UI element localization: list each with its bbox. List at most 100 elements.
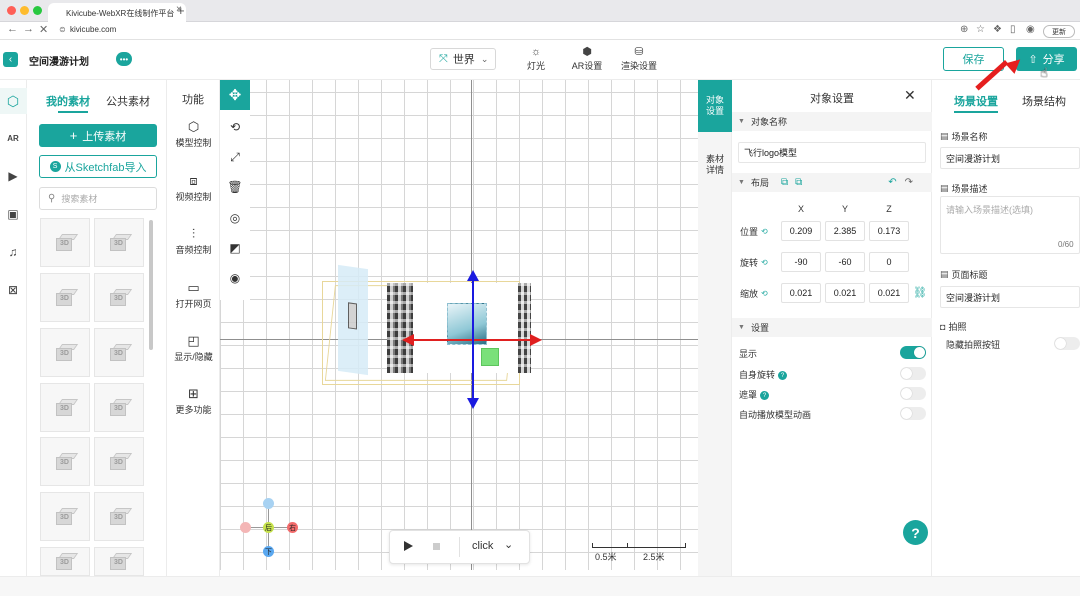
asset-thumbnail[interactable]: 3D bbox=[94, 547, 144, 576]
rotation-y-input[interactable]: -60 bbox=[825, 252, 865, 272]
chat-bubble-icon[interactable]: ••• bbox=[116, 52, 132, 66]
object-name-input[interactable] bbox=[738, 142, 926, 163]
delete-button[interactable]: 🗑 bbox=[225, 177, 245, 197]
hide-photo-toggle[interactable] bbox=[1054, 337, 1080, 350]
asset-thumbnail[interactable]: 3D bbox=[94, 273, 144, 322]
asset-thumbnail[interactable]: 3D bbox=[94, 492, 144, 541]
show-toggle[interactable] bbox=[900, 346, 926, 359]
scale-y-input[interactable]: 0.021 bbox=[825, 283, 865, 303]
help-icon[interactable]: ? bbox=[760, 391, 770, 401]
update-button[interactable]: 更新 bbox=[1043, 25, 1075, 38]
plane-drag-handle[interactable] bbox=[481, 348, 499, 366]
reload-icon[interactable]: ✕ bbox=[39, 23, 48, 41]
image-assets-icon[interactable]: ▣ bbox=[4, 205, 22, 223]
gizmo-back[interactable]: 后 bbox=[263, 522, 274, 533]
asset-thumbnail[interactable]: 3D bbox=[94, 437, 144, 486]
back-button[interactable]: ‹ bbox=[3, 52, 18, 67]
y-axis-handle[interactable] bbox=[472, 278, 474, 340]
world-select[interactable]: ⤧ 世界 ⌄ bbox=[430, 48, 496, 70]
minimize-window-button[interactable] bbox=[20, 6, 29, 15]
asset-thumbnail[interactable]: 3D bbox=[94, 383, 144, 432]
paste-icon[interactable]: ⧉ bbox=[795, 177, 802, 188]
y-axis-arrow-down[interactable] bbox=[467, 398, 479, 409]
y-axis-handle-negative[interactable] bbox=[472, 340, 474, 402]
position-y-input[interactable]: 2.385 bbox=[825, 221, 865, 241]
sidebar-toggle-icon[interactable]: ▯ bbox=[1010, 24, 1016, 35]
tab-asset-details[interactable]: 素材详情 bbox=[698, 145, 732, 185]
visibility-button[interactable]: ◉ bbox=[225, 268, 245, 288]
asset-thumbnail[interactable]: 3D bbox=[94, 218, 144, 267]
rotation-x-input[interactable]: -90 bbox=[781, 252, 821, 272]
x-axis-arrow-right[interactable] bbox=[530, 334, 542, 346]
asset-thumbnail[interactable]: 3D bbox=[40, 218, 90, 267]
layout-section[interactable]: ▼ 布局 ⧉ ⧉ ↶ ↷ bbox=[732, 173, 932, 192]
close-icon[interactable]: ✕ bbox=[904, 87, 916, 104]
back-arrow-icon[interactable]: ← bbox=[7, 23, 18, 41]
site-info-icon[interactable]: ⊜ bbox=[59, 25, 66, 34]
x-axis-handle-negative[interactable] bbox=[412, 339, 472, 341]
x-axis-arrow-left[interactable] bbox=[402, 334, 414, 346]
self-rotate-toggle[interactable] bbox=[900, 367, 926, 380]
more-functions[interactable]: ⊞ 更多功能 bbox=[167, 385, 220, 416]
reset-icon[interactable]: ⟲ bbox=[761, 258, 768, 267]
browser-tab[interactable]: Kivicube-WebXR在线制作平台 bbox=[48, 3, 186, 22]
y-axis-arrow-up[interactable] bbox=[467, 270, 479, 281]
tab-object-settings[interactable]: 对象设置 bbox=[698, 80, 732, 132]
event-select[interactable]: click bbox=[472, 540, 493, 552]
ar-assets-icon[interactable]: AR bbox=[4, 129, 22, 147]
settings-section[interactable]: ▼ 设置 bbox=[732, 318, 932, 337]
object-name-section[interactable]: ▼ 对象名称 bbox=[732, 112, 932, 131]
x-axis-handle[interactable] bbox=[474, 339, 534, 341]
focus-button[interactable]: ◎ bbox=[225, 208, 245, 228]
show-hide-function[interactable]: ◰ 显示/隐藏 bbox=[167, 332, 220, 363]
video-panel-object[interactable] bbox=[338, 264, 368, 376]
asset-search-box[interactable]: ⚲ bbox=[39, 187, 157, 210]
sketchfab-import-button[interactable]: S 从Sketchfab导入 bbox=[39, 155, 157, 178]
help-button[interactable]: ? bbox=[903, 520, 928, 545]
rotate-tool-button[interactable]: ⟲ bbox=[225, 117, 245, 137]
snapshot-button[interactable]: ◩ bbox=[225, 238, 245, 258]
scale-z-input[interactable]: 0.021 bbox=[869, 283, 909, 303]
page-title-input[interactable] bbox=[940, 286, 1080, 308]
bookmark-star-icon[interactable]: ☆ bbox=[976, 24, 985, 35]
asset-thumbnail[interactable]: 3D bbox=[40, 383, 90, 432]
asset-thumbnail[interactable]: 3D bbox=[40, 273, 90, 322]
stop-icon[interactable] bbox=[433, 543, 440, 550]
help-icon[interactable]: ? bbox=[778, 371, 788, 381]
reset-icon[interactable]: ⟲ bbox=[761, 227, 768, 236]
scale-tool-button[interactable]: ⤢ bbox=[225, 147, 245, 167]
asset-thumbnail[interactable]: 3D bbox=[40, 547, 90, 576]
tab-scene-settings[interactable]: 场景设置 bbox=[954, 93, 998, 109]
video-control-function[interactable]: ⧈ 视频控制 bbox=[167, 172, 220, 203]
upload-asset-button[interactable]: + 上传素材 bbox=[39, 124, 157, 147]
audio-control-function[interactable]: ⫶ 音频控制 bbox=[167, 225, 220, 256]
maximize-window-button[interactable] bbox=[33, 6, 42, 15]
scene-name-input[interactable] bbox=[940, 147, 1080, 169]
rotation-z-input[interactable]: 0 bbox=[869, 252, 909, 272]
position-x-input[interactable]: 0.209 bbox=[781, 221, 821, 241]
asset-thumbnail[interactable]: 3D bbox=[40, 437, 90, 486]
open-webpage-function[interactable]: ▭ 打开网页 bbox=[167, 279, 220, 310]
extension-icon[interactable]: ❖ bbox=[993, 24, 1002, 35]
new-tab-button[interactable]: + bbox=[177, 3, 185, 18]
position-z-input[interactable]: 0.173 bbox=[869, 221, 909, 241]
building-image-right[interactable] bbox=[518, 283, 531, 373]
asset-thumbnail[interactable]: 3D bbox=[40, 328, 90, 377]
building-image-left[interactable] bbox=[387, 283, 413, 373]
chevron-down-icon[interactable]: ⌄ bbox=[504, 538, 513, 551]
gizmo-right[interactable]: 右 bbox=[287, 522, 298, 533]
copy-icon[interactable]: ⧉ bbox=[781, 177, 788, 188]
mask-toggle[interactable] bbox=[900, 387, 926, 400]
asset-thumbnail[interactable]: 3D bbox=[94, 328, 144, 377]
autoplay-animation-toggle[interactable] bbox=[900, 407, 926, 420]
close-window-button[interactable] bbox=[7, 6, 16, 15]
gizmo-top-dot[interactable] bbox=[263, 498, 274, 509]
undo-icon[interactable]: ↶ bbox=[888, 177, 896, 188]
reset-icon[interactable]: ⟲ bbox=[761, 289, 768, 298]
profile-icon[interactable]: ◉ bbox=[1026, 24, 1035, 35]
asset-scrollbar[interactable] bbox=[149, 220, 153, 350]
install-icon[interactable]: ⊕ bbox=[960, 24, 968, 35]
tab-my-assets[interactable]: 我的素材 bbox=[46, 93, 90, 109]
audio-assets-icon[interactable]: ♫ bbox=[4, 243, 22, 261]
tab-public-assets[interactable]: 公共素材 bbox=[106, 93, 150, 109]
